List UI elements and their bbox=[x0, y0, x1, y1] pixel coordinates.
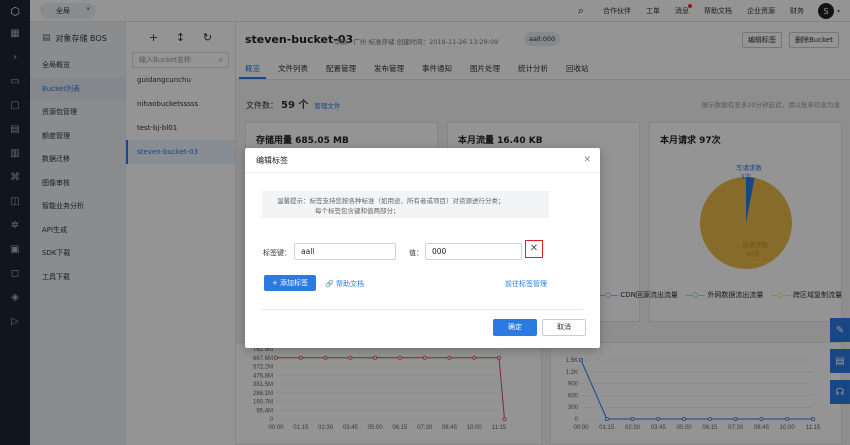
notice-line: 每个标签包含键和值两部分； bbox=[315, 207, 400, 215]
close-icon[interactable]: ✕ bbox=[583, 148, 591, 173]
add-tag-button[interactable]: + 添加标签 bbox=[264, 275, 316, 291]
tag-notice: 温馨提示：标签支持您按各种标准（如用途、所有者或项目）对资源进行分类； 每个标签… bbox=[262, 191, 549, 218]
notice-line: 温馨提示：标签支持您按各种标准（如用途、所有者或项目）对资源进行分类； bbox=[277, 197, 505, 205]
edit-tag-dialog: 编辑标签 ✕ 温馨提示：标签支持您按各种标准（如用途、所有者或项目）对资源进行分… bbox=[245, 148, 600, 348]
dialog-header: 编辑标签 ✕ bbox=[245, 148, 600, 173]
dialog-divider bbox=[262, 309, 583, 310]
help-doc-link[interactable]: 🔗 帮助文档 bbox=[325, 279, 364, 289]
help-doc-label: 帮助文档 bbox=[335, 280, 364, 288]
tag-key-input[interactable]: aall bbox=[294, 243, 396, 260]
dialog-title: 编辑标签 bbox=[256, 156, 288, 165]
tag-key-label: 标签键： bbox=[263, 249, 291, 257]
tag-value-input[interactable]: 000 bbox=[425, 243, 522, 260]
link-icon: 🔗 bbox=[325, 280, 334, 288]
tag-value-label: 值： bbox=[409, 249, 423, 257]
confirm-button[interactable]: 确定 bbox=[493, 319, 537, 336]
tag-management-link[interactable]: 前往标签管理 bbox=[505, 279, 547, 289]
remove-tag-icon[interactable]: ✕ bbox=[525, 240, 543, 258]
cancel-button[interactable]: 取消 bbox=[542, 319, 586, 336]
